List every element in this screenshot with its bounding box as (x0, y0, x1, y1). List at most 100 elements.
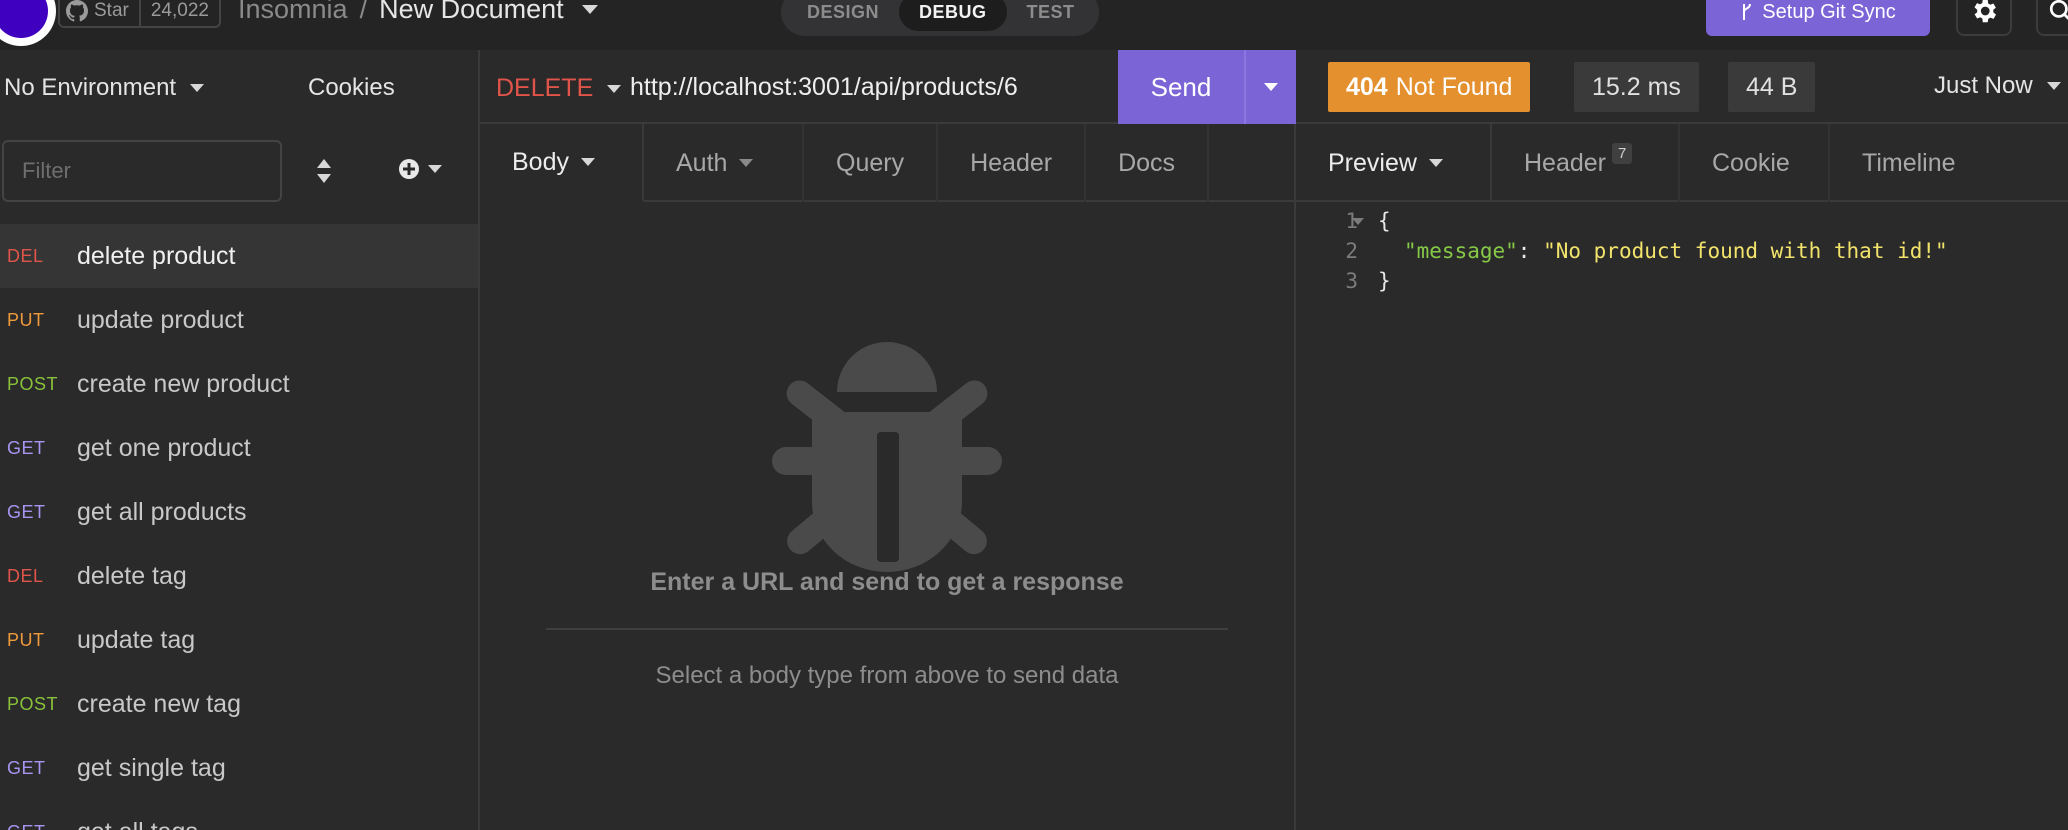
method-badge: DEL (7, 245, 44, 266)
list-item[interactable]: GET get all tags (0, 800, 478, 830)
code-line: 1 { (1296, 206, 2068, 236)
code-text: "message": "No product found with that i… (1404, 239, 1948, 263)
chevron-down-icon[interactable] (581, 5, 598, 14)
method-dropdown[interactable]: DELETE (496, 74, 622, 103)
git-sync-label: Setup Git Sync (1762, 0, 1896, 23)
tab-body[interactable]: Body (480, 124, 644, 202)
request-name: get one product (77, 433, 251, 462)
request-name: delete tag (77, 561, 187, 590)
request-name: update product (77, 305, 244, 334)
tab-design[interactable]: DESIGN (787, 0, 899, 31)
chevron-down-icon (1264, 83, 1278, 91)
list-item[interactable]: DEL delete product (0, 224, 478, 288)
star-label: Star (94, 0, 141, 26)
method-badge: GET (7, 757, 46, 778)
star-count: 24,022 (150, 0, 209, 21)
list-item[interactable]: PUT update product (0, 288, 478, 352)
plus-circle-icon (399, 159, 419, 179)
empty-state: Enter a URL and send to get a response S… (480, 202, 1294, 830)
response-tabs: Preview Header 7 Cookie Timeline (1296, 124, 2068, 202)
tab-auth[interactable]: Auth (644, 124, 804, 202)
bug-icon (772, 342, 1002, 572)
list-item[interactable]: GET get all products (0, 480, 478, 544)
chevron-down-icon (2046, 82, 2061, 90)
request-tabs: Body Auth Query Header Docs (480, 124, 1294, 202)
filter-input[interactable] (2, 140, 282, 202)
insomnia-logo[interactable] (0, 0, 56, 46)
request-pane: DELETE Send Body Auth Query Header Docs (480, 50, 1296, 830)
response-body[interactable]: 1 { 2 "message": "No product found with … (1296, 206, 2068, 296)
sidebar: No Environment Cookies DEL delete produc… (0, 50, 480, 830)
tab-header[interactable]: Header (938, 124, 1087, 202)
code-text: { (1378, 209, 1391, 233)
add-request-button[interactable] (398, 158, 442, 180)
tab-debug[interactable]: DEBUG (899, 0, 1007, 31)
code-line: 3 } (1296, 266, 2068, 296)
tab-test[interactable]: TEST (1007, 0, 1095, 31)
request-name: create new product (77, 369, 290, 398)
tab-cookie[interactable]: Cookie (1680, 124, 1830, 202)
method-badge: DEL (7, 565, 44, 586)
line-number: 3 (1345, 269, 1358, 293)
chevron-down-icon (739, 159, 754, 167)
search-button[interactable] (2036, 0, 2068, 36)
request-name: get all products (77, 497, 247, 526)
fold-icon[interactable] (1352, 218, 1364, 225)
response-size-badge: 44 B (1728, 62, 1816, 112)
method-badge: PUT (7, 629, 45, 650)
chevron-down-icon (190, 84, 205, 92)
line-number: 2 (1345, 239, 1358, 263)
cookies-button[interactable]: Cookies (308, 74, 395, 102)
json-value: "No product found with that id!" (1543, 239, 1948, 263)
response-pane: 404 Not Found 15.2 ms 44 B Just Now Prev… (1296, 50, 2068, 830)
status-code: 404 (1346, 72, 1388, 101)
sort-icon[interactable] (314, 158, 334, 184)
list-item[interactable]: PUT update tag (0, 608, 478, 672)
list-item[interactable]: GET get one product (0, 416, 478, 480)
list-item[interactable]: POST create new product (0, 352, 478, 416)
environment-row: No Environment Cookies (0, 50, 478, 124)
response-history-dropdown[interactable]: Just Now (1934, 72, 2061, 100)
status-badge: 404 Not Found (1328, 62, 1531, 112)
tab-timeline[interactable]: Timeline (1830, 124, 1988, 202)
request-list: DEL delete product PUT update product PO… (0, 224, 478, 830)
request-name: delete product (77, 241, 236, 270)
method-badge: GET (7, 437, 46, 458)
request-name: update tag (77, 625, 196, 654)
setup-git-sync-button[interactable]: Setup Git Sync (1706, 0, 1930, 36)
settings-button[interactable] (1956, 0, 2012, 36)
environment-dropdown[interactable]: No Environment (4, 74, 205, 102)
github-icon (66, 0, 88, 22)
list-item[interactable]: DEL delete tag (0, 544, 478, 608)
method-badge: POST (7, 373, 59, 394)
breadcrumb: Insomnia / New Document (238, 0, 598, 25)
search-icon (2049, 0, 2068, 20)
tab-response-header[interactable]: Header 7 (1492, 124, 1680, 202)
tab-label: Preview (1328, 148, 1417, 177)
send-options-button[interactable] (1244, 50, 1296, 124)
method-badge: GET (7, 501, 46, 522)
list-item[interactable]: GET get single tag (0, 736, 478, 800)
github-star-button[interactable]: Star 24,022 (58, 0, 221, 28)
tab-label: Body (512, 147, 569, 176)
chevron-down-icon (1428, 159, 1443, 167)
breadcrumb-project[interactable]: Insomnia (238, 0, 348, 25)
chevron-down-icon (607, 84, 622, 93)
request-name: create new tag (77, 689, 241, 718)
url-bar: DELETE Send (480, 50, 1296, 124)
tab-label: Auth (676, 148, 728, 177)
list-item[interactable]: POST create new tag (0, 672, 478, 736)
response-time-badge: 15.2 ms (1574, 62, 1699, 112)
send-button[interactable]: Send (1118, 50, 1244, 124)
tab-query[interactable]: Query (804, 124, 939, 202)
url-input[interactable] (630, 66, 1090, 108)
header-count-badge: 7 (1612, 142, 1633, 164)
request-name: get single tag (77, 753, 226, 782)
chevron-down-icon (580, 158, 595, 166)
breadcrumb-document[interactable]: New Document (379, 0, 564, 25)
tab-docs[interactable]: Docs (1086, 124, 1210, 202)
tab-preview[interactable]: Preview (1296, 124, 1492, 202)
json-key: "message" (1404, 239, 1518, 263)
environment-label: No Environment (4, 74, 177, 101)
code-text: } (1378, 269, 1391, 293)
